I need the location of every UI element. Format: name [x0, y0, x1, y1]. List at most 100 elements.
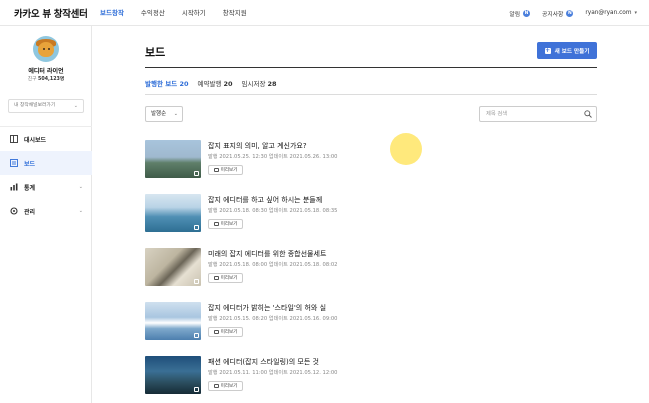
dashboard-icon	[10, 135, 18, 143]
tab-count: 20	[179, 80, 189, 88]
new-board-label: 새 보드 만들기	[554, 48, 590, 55]
subscriber-count: 친구 504,123명	[0, 75, 92, 82]
preview-label: 미리보기	[220, 330, 238, 335]
search-input[interactable]: 제목 검색	[479, 106, 597, 122]
post-title[interactable]: 잡지 에디터가 밝히는 '스타일'의 허와 실	[208, 303, 326, 313]
top-bar: 카카오 뷰 창작센터 보드창작 수익정산 시작하기 창작지원 알림 N 공지사항…	[0, 0, 649, 26]
board-icon	[10, 159, 18, 167]
sort-select[interactable]: 발행순 ⌄	[145, 106, 183, 122]
post-thumbnail[interactable]	[145, 302, 201, 340]
preview-button[interactable]: 미리보기	[208, 165, 243, 175]
sidebar-item-label: 관리	[24, 208, 36, 216]
sidebar-item-board[interactable]: 보드	[0, 151, 92, 175]
plus-icon: +	[544, 46, 551, 54]
search-icon[interactable]	[584, 110, 592, 118]
chevron-down-icon: ⌄	[78, 184, 83, 190]
list-item[interactable]: 패션 에디터(잡지 스타일링)의 모든 것 발행 2021.05.11. 11:…	[145, 354, 597, 403]
cursor-highlight	[390, 133, 422, 165]
chevron-down-icon: ⌄	[73, 103, 78, 109]
tab-label: 예약발행	[197, 80, 222, 88]
sidebar-item-label: 대시보드	[24, 136, 47, 144]
brand-logo[interactable]: 카카오 뷰 창작센터	[14, 6, 88, 20]
post-thumbnail[interactable]	[145, 140, 201, 178]
subscriber-label: 친구	[27, 77, 37, 82]
nav-item-creator-support[interactable]: 창작지원	[223, 0, 247, 26]
avatar-eye	[43, 48, 45, 50]
post-meta: 발행 2021.05.11. 11:00 업데이트 2021.05.12. 12…	[208, 370, 338, 376]
settings-icon	[10, 207, 18, 215]
search-placeholder: 제목 검색	[486, 111, 508, 117]
tab-drafts[interactable]: 임시저장 28	[242, 78, 277, 88]
post-meta: 발행 2021.05.18. 08:00 업데이트 2021.05.18. 08…	[208, 262, 338, 268]
chevron-down-icon: ⌄	[173, 111, 178, 117]
tab-label: 임시저장	[241, 80, 266, 88]
sort-select-value: 발행순	[151, 111, 167, 117]
announcements-label: 공지사항	[542, 11, 564, 18]
top-right-menu: 알림 N 공지사항 N ryan@ryan.com ▾	[497, 0, 637, 26]
preview-button[interactable]: 미리보기	[208, 273, 243, 283]
pin-icon	[194, 387, 199, 392]
preview-icon	[213, 222, 219, 226]
post-title[interactable]: 패션 에디터(잡지 스타일링)의 모든 것	[208, 357, 319, 367]
list-item[interactable]: 잡지 표지의 의미, 알고 계신가요? 발행 2021.05.25. 12:30…	[145, 138, 597, 192]
post-title[interactable]: 미래의 잡지 에디터를 위한 종합선물세트	[208, 249, 326, 259]
pin-icon	[194, 333, 199, 338]
sidebar-item-manage[interactable]: 관리 ⌄	[0, 199, 92, 223]
post-meta: 발행 2021.05.18. 08:30 업데이트 2021.05.18. 08…	[208, 208, 338, 214]
preview-label: 미리보기	[220, 222, 238, 227]
post-title[interactable]: 잡지 표지의 의미, 알고 계신가요?	[208, 141, 307, 151]
sidebar-menu: 대시보드 보드 통계 ⌄ 관리 ⌄	[0, 126, 92, 223]
post-title[interactable]: 잡지 에디터를 하고 싶어 하시는 분들께	[208, 195, 322, 205]
chevron-down-icon: ⌄	[78, 208, 83, 214]
sidebar-item-label: 보드	[24, 160, 36, 168]
main-content: 보드 + 새 보드 만들기 발행한 보드 20 예약발행 20 임시저장 28 …	[92, 26, 649, 403]
new-badge: N	[566, 9, 574, 17]
user-email: ryan@ryan.com	[585, 10, 632, 16]
new-board-button[interactable]: + 새 보드 만들기	[537, 42, 597, 59]
preview-label: 미리보기	[220, 168, 238, 173]
list-item[interactable]: 잡지 에디터가 밝히는 '스타일'의 허와 실 발행 2021.05.15. 0…	[145, 300, 597, 354]
tabs-divider	[145, 94, 597, 95]
profile-name: 에디터 라이언	[28, 68, 64, 75]
board-list: 잡지 표지의 의미, 알고 계신가요? 발행 2021.05.25. 12:30…	[145, 138, 597, 403]
preview-label: 미리보기	[220, 276, 238, 281]
nav-item-board-creation[interactable]: 보드창작	[100, 0, 124, 26]
tab-published[interactable]: 발행한 보드 20	[145, 78, 188, 88]
avatar[interactable]	[33, 36, 59, 62]
announcements-link[interactable]: 공지사항 N	[542, 9, 574, 18]
post-meta: 발행 2021.05.25. 12:30 업데이트 2021.05.26. 13…	[208, 154, 338, 160]
tab-scheduled[interactable]: 예약발행 20	[197, 78, 232, 88]
preview-icon	[213, 384, 219, 388]
stats-icon	[10, 183, 18, 191]
user-menu[interactable]: ryan@ryan.com ▾	[585, 10, 637, 16]
list-item[interactable]: 미래의 잡지 에디터를 위한 종합선물세트 발행 2021.05.18. 08:…	[145, 246, 597, 300]
chevron-down-icon: ▾	[634, 10, 637, 16]
sidebar-item-label: 통계	[24, 184, 36, 192]
preview-button[interactable]: 미리보기	[208, 381, 243, 391]
sidebar-item-stats[interactable]: 통계 ⌄	[0, 175, 92, 199]
new-badge: N	[523, 9, 531, 17]
channel-select[interactable]: 내 창작채널보러가기 ⌄	[8, 99, 84, 113]
tab-count: 20	[223, 80, 233, 88]
list-item[interactable]: 잡지 에디터를 하고 싶어 하시는 분들께 발행 2021.05.18. 08:…	[145, 192, 597, 246]
nav-item-getting-started[interactable]: 시작하기	[182, 0, 206, 26]
avatar-face	[38, 42, 54, 57]
tab-label: 발행한 보드	[145, 80, 178, 88]
top-nav: 보드창작 수익정산 시작하기 창작지원	[100, 0, 264, 26]
preview-button[interactable]: 미리보기	[208, 327, 243, 337]
nav-item-revenue[interactable]: 수익정산	[141, 0, 165, 26]
sidebar-item-dashboard[interactable]: 대시보드	[0, 127, 92, 151]
notifications-link[interactable]: 알림 N	[509, 9, 531, 18]
avatar-eye	[48, 48, 50, 50]
preview-button[interactable]: 미리보기	[208, 219, 243, 229]
post-meta: 발행 2021.05.15. 08:20 업데이트 2021.05.16. 09…	[208, 316, 338, 322]
sidebar: 에디터 라이언 친구 504,123명 내 창작채널보러가기 ⌄ 대시보드 보드…	[0, 26, 92, 403]
tab-count: 28	[267, 80, 277, 88]
post-thumbnail[interactable]	[145, 356, 201, 394]
board-tabs: 발행한 보드 20 예약발행 20 임시저장 28	[145, 78, 286, 88]
post-thumbnail[interactable]	[145, 248, 201, 286]
pin-icon	[194, 171, 199, 176]
pin-icon	[194, 279, 199, 284]
post-thumbnail[interactable]	[145, 194, 201, 232]
subscriber-value: 504,123명	[38, 77, 65, 82]
